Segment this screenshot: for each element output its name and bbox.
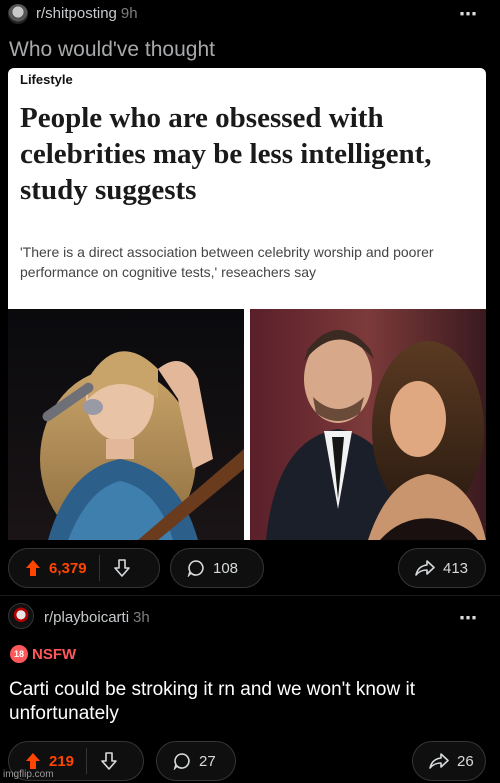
comment-count: 108 <box>213 559 239 577</box>
share-icon <box>429 753 449 769</box>
article-card[interactable]: Lifestyle People who are obsessed with c… <box>8 68 486 309</box>
more-options-icon[interactable]: ⋯ <box>459 4 478 25</box>
more-options-icon[interactable]: ⋯ <box>459 608 478 629</box>
share-count: 413 <box>443 559 469 577</box>
upvote-count: 6,379 <box>49 559 87 577</box>
comments-button[interactable]: 108 <box>170 548 264 588</box>
article-section: Lifestyle <box>20 72 73 87</box>
article-subheadline: 'There is a direct association between c… <box>20 244 434 280</box>
nsfw-tag: 18 NSFW <box>10 645 76 663</box>
share-icon <box>415 560 435 576</box>
comments-button[interactable]: 27 <box>156 741 236 781</box>
share-button[interactable]: 413 <box>398 548 486 588</box>
vote-divider <box>98 555 100 581</box>
subreddit-name[interactable]: r/shitposting <box>36 5 117 22</box>
post-title[interactable]: Carti could be stroking it rn and we won… <box>9 678 489 726</box>
vote-control: 6,379 <box>8 548 160 588</box>
nsfw-label: NSFW <box>32 645 77 663</box>
upvote-icon[interactable] <box>25 752 41 770</box>
upvote-icon[interactable] <box>25 559 41 577</box>
comment-icon <box>187 560 204 577</box>
subreddit-line[interactable]: r/playboicarti 3h <box>44 609 150 626</box>
watermark: imgflip.com <box>3 769 54 780</box>
subreddit-avatar[interactable] <box>8 4 28 24</box>
comment-icon <box>173 753 190 770</box>
post1-header: r/shitposting 9h ⋯ <box>0 0 500 30</box>
downvote-icon[interactable] <box>113 559 130 577</box>
downvote-icon[interactable] <box>101 752 117 770</box>
post-title[interactable]: Who would've thought <box>9 38 215 62</box>
subreddit-name[interactable]: r/playboicarti <box>44 609 129 626</box>
nsfw-18-icon: 18 <box>10 645 28 663</box>
post-time: 3h <box>133 609 150 626</box>
share-button[interactable]: 26 <box>412 741 486 781</box>
post1-actions: 6,379 108 413 <box>0 544 500 590</box>
share-count: 26 <box>457 752 474 770</box>
article-headline: People who are obsessed with celebrities… <box>20 102 432 206</box>
post-divider <box>0 595 500 596</box>
post2-actions: 219 27 26 <box>0 737 500 783</box>
vote-divider <box>86 748 88 774</box>
upvote-count: 219 <box>49 752 75 770</box>
comment-count: 27 <box>199 752 216 770</box>
subreddit-line[interactable]: r/shitposting 9h <box>36 5 138 22</box>
article-photo-illustration <box>8 309 486 540</box>
post-time: 9h <box>120 5 138 22</box>
subreddit-avatar[interactable] <box>8 603 34 629</box>
article-image[interactable] <box>8 309 486 540</box>
